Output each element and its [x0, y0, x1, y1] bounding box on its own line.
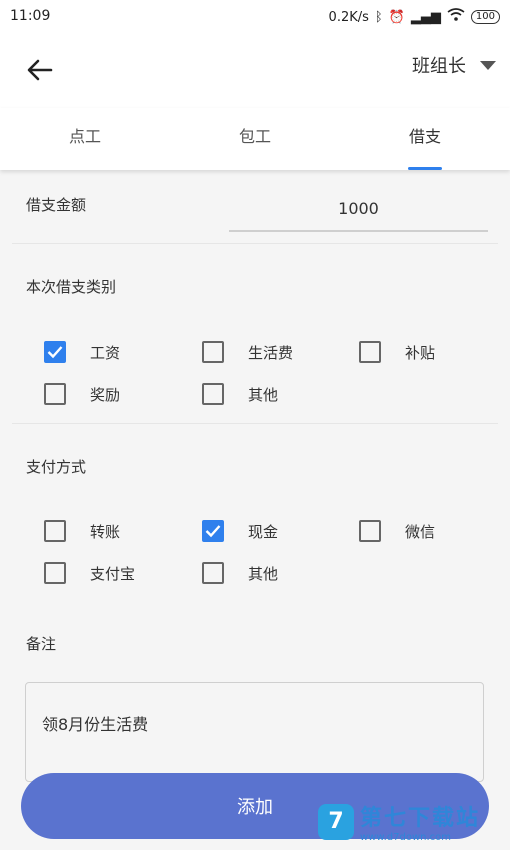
amount-input[interactable]: [229, 186, 488, 232]
tab-label: 借支: [408, 127, 441, 146]
checkbox-label: 其他: [248, 564, 279, 583]
bluetooth-icon: ᛒ: [374, 9, 383, 25]
checkbox-label: 现金: [248, 522, 279, 541]
checkbox-cash[interactable]: 现金: [202, 520, 278, 542]
checkbox-alipay[interactable]: 支付宝: [44, 562, 135, 584]
watermark-logo-icon: 7: [318, 803, 354, 840]
checkbox-box: [44, 383, 66, 405]
checkbox-bonus[interactable]: 奖励: [44, 383, 120, 405]
caret-down-icon: [480, 60, 496, 70]
checkbox-label: 转账: [90, 522, 121, 541]
checkbox-label: 工资: [90, 343, 121, 362]
wifi-icon: [447, 8, 465, 26]
checkbox-label: 其他: [248, 385, 279, 404]
tab-contract-work[interactable]: 包工: [170, 108, 340, 170]
amount-label: 借支金额: [26, 196, 87, 214]
signal-icon: ▂▄▆: [410, 9, 441, 25]
checkmark-icon: [47, 346, 63, 359]
add-button-label: 添加: [237, 797, 273, 818]
remark-text: 领8月份生活费: [42, 715, 149, 734]
watermark-text: 第七下载站 www.d7down.com: [360, 800, 480, 843]
payment-label: 支付方式: [26, 458, 87, 476]
checkbox-payment-other[interactable]: 其他: [202, 562, 278, 584]
checkbox-category-other[interactable]: 其他: [202, 383, 278, 405]
role-label: 班组长: [412, 56, 466, 77]
checkbox-box: [202, 520, 224, 542]
checkbox-label: 补贴: [405, 343, 436, 362]
active-tab-indicator: [408, 167, 442, 170]
tab-label: 点工: [68, 127, 101, 146]
checkbox-label: 奖励: [90, 385, 121, 404]
status-icons: 0.2K/s ᛒ ⏰ ▂▄▆ 100: [329, 8, 500, 26]
checkbox-living-expense[interactable]: 生活费: [202, 341, 293, 363]
tab-point-work[interactable]: 点工: [0, 108, 170, 170]
checkbox-label: 支付宝: [90, 564, 136, 583]
checkbox-box: [44, 520, 66, 542]
tab-advance[interactable]: 借支: [340, 108, 510, 170]
checkbox-box: [202, 562, 224, 584]
app-bar: 班组长: [0, 32, 510, 108]
watermark: 7 第七下载站 www.d7down.com: [318, 800, 480, 843]
checkbox-box: [44, 562, 66, 584]
checkbox-box: [202, 341, 224, 363]
checkbox-transfer[interactable]: 转账: [44, 520, 120, 542]
checkbox-box: [202, 383, 224, 405]
checkbox-box: [44, 341, 66, 363]
divider: [12, 243, 498, 244]
status-bar: 11:09 0.2K/s ᛒ ⏰ ▂▄▆ 100: [0, 0, 510, 32]
checkbox-label: 微信: [405, 522, 436, 541]
network-speed: 0.2K/s: [328, 9, 369, 25]
alarm-icon: ⏰: [388, 9, 405, 25]
divider: [12, 423, 498, 424]
checkmark-icon: [205, 525, 221, 538]
watermark-url: www.d7down.com: [360, 832, 452, 843]
battery-icon: 100: [470, 10, 500, 24]
checkbox-box: [359, 520, 381, 542]
checkbox-subsidy[interactable]: 补贴: [359, 341, 435, 363]
status-time: 11:09: [10, 8, 51, 24]
remark-input[interactable]: 领8月份生活费: [25, 682, 484, 782]
tab-label: 包工: [238, 127, 271, 146]
checkbox-box: [359, 341, 381, 363]
checkbox-label: 生活费: [248, 343, 294, 362]
checkbox-wechat[interactable]: 微信: [359, 520, 435, 542]
role-dropdown[interactable]: 班组长: [412, 52, 496, 78]
remark-label: 备注: [26, 635, 57, 653]
watermark-title: 第七下载站: [360, 806, 481, 831]
arrow-left-icon: [27, 59, 53, 81]
checkbox-wage[interactable]: 工资: [44, 341, 120, 363]
category-label: 本次借支类别: [26, 278, 117, 296]
back-button[interactable]: [22, 54, 58, 86]
tab-bar: 点工 包工 借支: [0, 108, 510, 170]
